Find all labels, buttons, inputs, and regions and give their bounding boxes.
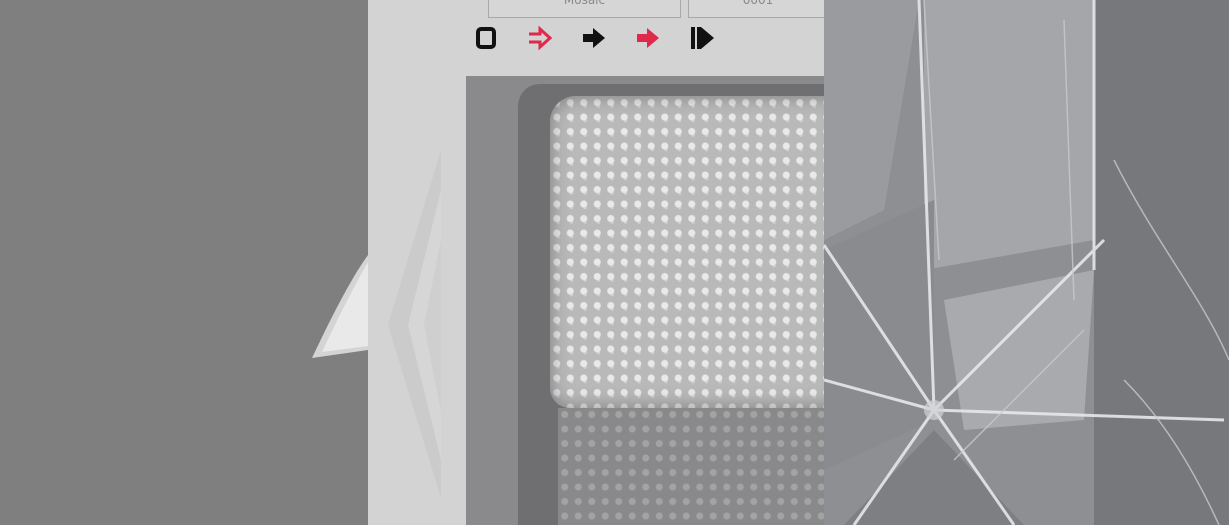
arrow-right-icon [637, 28, 659, 48]
frame-number-field[interactable]: 0001 [688, 0, 828, 18]
viewer-stage: Mosaic 0001 [0, 0, 1229, 525]
tv-screen-mosaic [550, 96, 824, 408]
previous-arrow[interactable] [386, 150, 442, 500]
left-backdrop-image [0, 0, 368, 525]
stop-icon [476, 27, 496, 49]
arrow-right-outline-icon [529, 25, 553, 51]
step-forward-icon [691, 27, 714, 49]
sculpture-shape [312, 255, 368, 358]
next-button[interactable] [580, 24, 608, 52]
step-forward-button[interactable] [688, 24, 716, 52]
right-photo [824, 0, 1229, 525]
tv-reflection [558, 408, 824, 525]
next-red-button[interactable] [634, 24, 662, 52]
stop-button[interactable] [472, 24, 500, 52]
main-photo [466, 76, 824, 525]
viewer-panel: Mosaic 0001 [368, 0, 828, 525]
chevron-left-icon [388, 150, 441, 498]
glass-sculpture-image [824, 0, 1229, 525]
arrow-right-icon [583, 28, 605, 48]
next-outline-button[interactable] [526, 24, 554, 52]
title-field[interactable]: Mosaic [488, 0, 681, 18]
